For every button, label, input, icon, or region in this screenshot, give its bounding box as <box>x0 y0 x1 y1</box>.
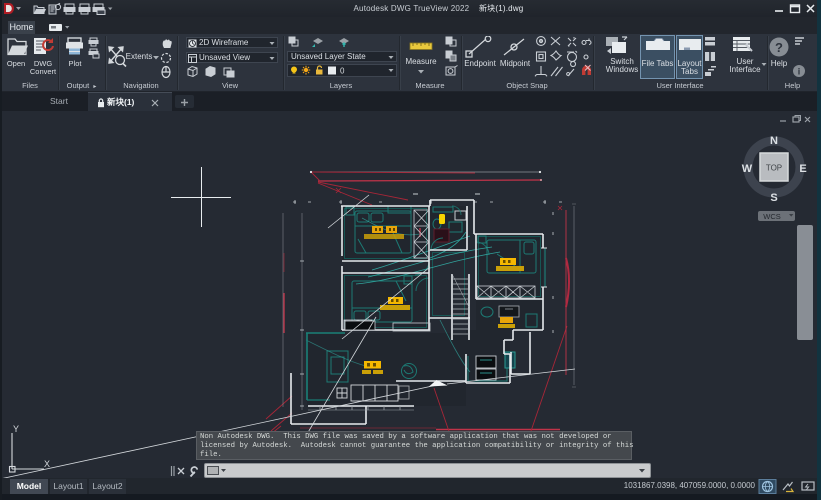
svg-text:WCS: WCS <box>763 212 781 221</box>
svg-text:E: E <box>799 163 806 175</box>
svg-text:S: S <box>770 192 777 204</box>
svg-text:X: X <box>44 459 50 469</box>
svg-text:TOP: TOP <box>766 164 782 173</box>
svg-text:0: 0 <box>340 67 345 76</box>
svg-text:N: N <box>770 135 778 147</box>
svg-text:W: W <box>742 163 753 175</box>
svg-text:?: ? <box>775 40 783 55</box>
svg-text:Y: Y <box>13 424 19 434</box>
svg-text:i: i <box>798 67 801 77</box>
